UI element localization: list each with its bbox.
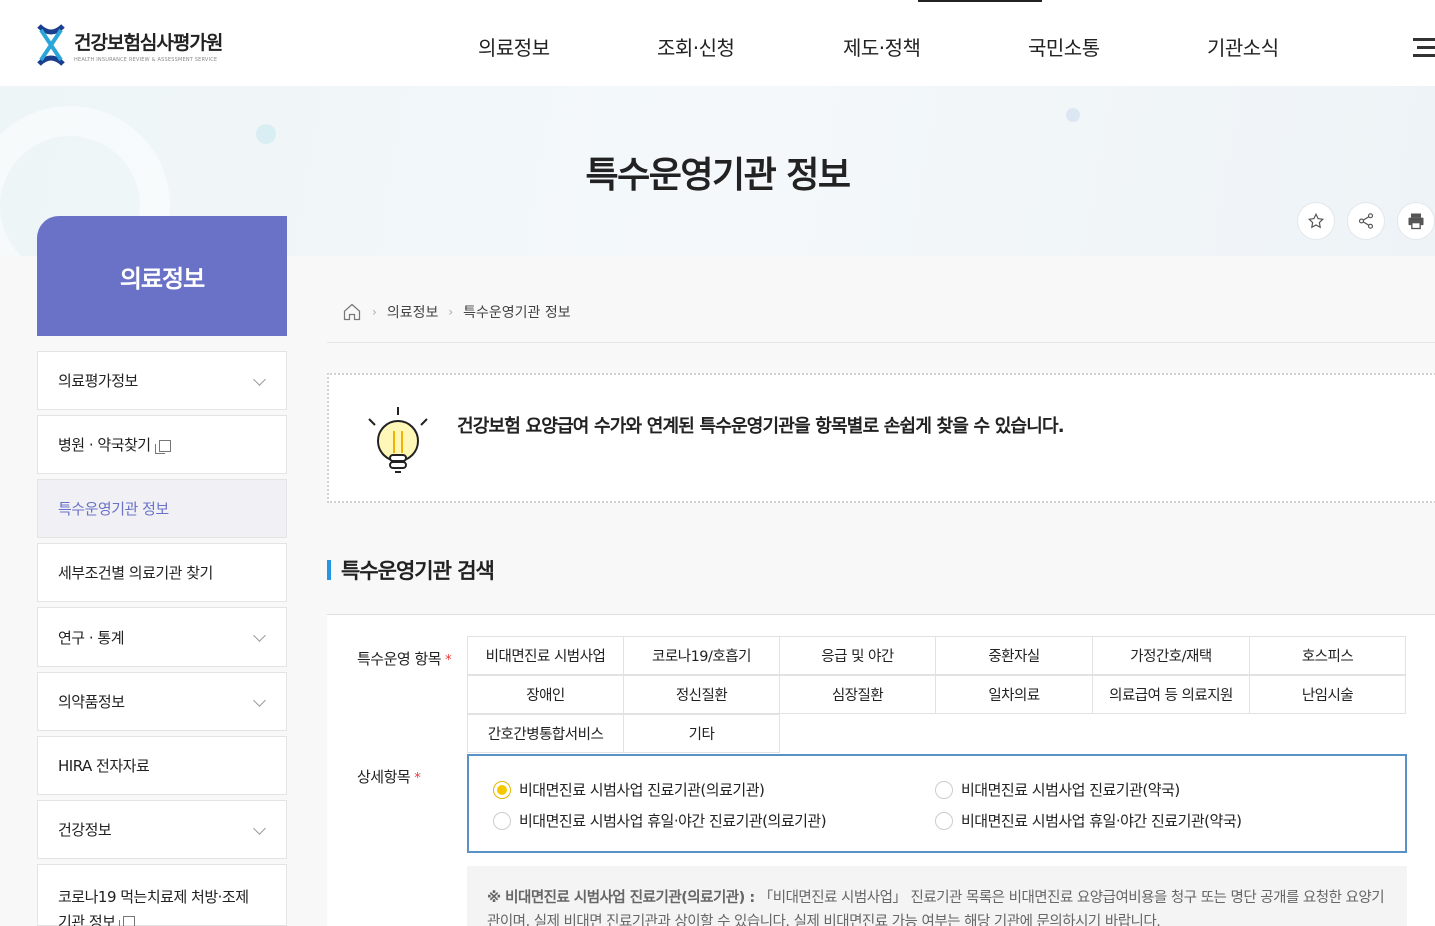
print-button[interactable] <box>1397 202 1435 240</box>
gnb-item-policy[interactable]: 제도·정책 <box>843 32 921 61</box>
sidebar-item-detailed-search[interactable]: 세부조건별 의료기관 찾기 <box>37 543 287 602</box>
breadcrumb-current: 특수운영기관 정보 <box>463 305 571 321</box>
decor-dot <box>256 124 276 144</box>
sidebar-item-covid-drug[interactable]: 코로나19 먹는치료제 처방·조제 기관 정보 <box>37 864 287 926</box>
page-title: 특수운영기관 정보 <box>585 155 852 196</box>
category-option[interactable]: 심장질환 <box>779 675 936 714</box>
site-header: 건강보험심사평가원 HEALTH INSURANCE REVIEW & ASSE… <box>0 0 1435 86</box>
detail-radio-option[interactable]: 비대면진료 시범사업 진료기관(약국) <box>935 779 1180 800</box>
sidebar-item-special-institution[interactable]: 특수운영기관 정보 <box>37 479 287 538</box>
sidebar-item-hira-data[interactable]: HIRA 전자자료 <box>37 736 287 795</box>
radio-checked-icon[interactable] <box>493 780 511 799</box>
breadcrumb-separator-icon: › <box>448 305 454 319</box>
section-bar <box>327 560 331 580</box>
favorite-button[interactable] <box>1297 202 1335 240</box>
detail-radio-option[interactable]: 비대면진료 시범사업 휴일·야간 진료기관(약국) <box>935 810 1242 831</box>
sidebar-item-health-info[interactable]: 건강정보 <box>37 800 287 859</box>
gnb-item-communication[interactable]: 국민소통 <box>1028 32 1100 61</box>
category-option[interactable]: 장애인 <box>467 675 624 714</box>
detail-options: 비대면진료 시범사업 진료기관(의료기관) 비대면진료 시범사업 진료기관(약국… <box>467 754 1407 853</box>
radio-unchecked-icon[interactable] <box>935 811 953 830</box>
share-icon <box>1358 213 1374 229</box>
sidebar-heading: 의료정보 <box>37 216 287 336</box>
category-option[interactable]: 난임시술 <box>1249 675 1406 714</box>
print-icon <box>1408 213 1424 230</box>
breadcrumb: › 의료정보 › 특수운영기관 정보 <box>342 302 571 322</box>
category-label: 특수운영 항목 * <box>357 650 452 668</box>
category-option[interactable]: 기타 <box>623 714 780 753</box>
breadcrumb-item[interactable]: 의료정보 <box>387 302 439 322</box>
gnb-active-indicator <box>918 0 1042 2</box>
sidebar-item-hospital-search[interactable]: 병원 · 약국찾기 <box>37 415 287 474</box>
star-icon <box>1307 212 1325 229</box>
notice-text: 건강보험 요양급여 수가와 연계된 특수운영기관을 항목별로 손쉽게 찾을 수 … <box>457 416 1065 437</box>
section-title: 특수운영기관 검색 <box>327 555 495 585</box>
category-option[interactable]: 코로나19/호흡기 <box>623 636 780 675</box>
home-icon[interactable] <box>342 302 362 322</box>
detail-label: 상세항목 * <box>357 768 421 786</box>
global-nav: 의료정보 조회·신청 제도·정책 국민소통 기관소식 <box>0 0 1435 62</box>
chevron-down-icon <box>253 821 266 835</box>
category-option[interactable]: 의료급여 등 의료지원 <box>1092 675 1250 714</box>
category-option[interactable]: 정신질환 <box>623 675 780 714</box>
sidebar-item-research-stats[interactable]: 연구 · 통계 <box>37 607 287 667</box>
sidebar-item-medical-evaluation[interactable]: 의료평가정보 <box>37 351 287 410</box>
note-box: ※ 비대면진료 시범사업 진료기관(의료기관) : 「비대면진료 시범사업」 진… <box>467 866 1407 926</box>
decor-dot <box>1066 108 1080 122</box>
category-option[interactable]: 간호간병통합서비스 <box>467 714 624 753</box>
chevron-down-icon <box>253 629 266 642</box>
detail-radio-option[interactable]: 비대면진료 시범사업 휴일·야간 진료기관(의료기관) <box>493 810 827 831</box>
gnb-item-news[interactable]: 기관소식 <box>1207 32 1279 61</box>
category-option[interactable]: 일차의료 <box>935 675 1093 714</box>
lightbulb-icon <box>365 405 431 481</box>
category-option[interactable]: 응급 및 야간 <box>779 636 936 675</box>
sidebar-item-drug-info[interactable]: 의약품정보 <box>37 672 287 731</box>
chevron-down-icon <box>253 693 266 707</box>
gnb-item-medical-info[interactable]: 의료정보 <box>478 32 550 61</box>
radio-unchecked-icon[interactable] <box>493 811 511 830</box>
note-text: ※ 비대면진료 시범사업 진료기관(의료기관) : 「비대면진료 시범사업」 진… <box>487 890 1385 926</box>
gnb-item-inquiry[interactable]: 조회·신청 <box>657 32 735 61</box>
category-option[interactable]: 중환자실 <box>935 636 1093 675</box>
category-option[interactable]: 가정간호/재택 <box>1092 636 1250 675</box>
breadcrumb-separator-icon: › <box>372 305 377 319</box>
category-option[interactable]: 호스피스 <box>1249 636 1406 675</box>
radio-unchecked-icon[interactable] <box>935 780 953 799</box>
category-option[interactable]: 비대면진료 시범사업 <box>467 636 624 675</box>
detail-radio-option[interactable]: 비대면진료 시범사업 진료기관(의료기관) <box>493 779 765 800</box>
new-window-icon <box>119 916 136 926</box>
new-window-icon <box>154 439 171 454</box>
share-button[interactable] <box>1347 202 1385 240</box>
chevron-down-icon <box>253 372 266 386</box>
menu-icon[interactable] <box>1413 38 1435 58</box>
notice-box: 건강보험 요양급여 수가와 연계된 특수운영기관을 항목별로 손쉽게 찾을 수 … <box>327 373 1435 503</box>
